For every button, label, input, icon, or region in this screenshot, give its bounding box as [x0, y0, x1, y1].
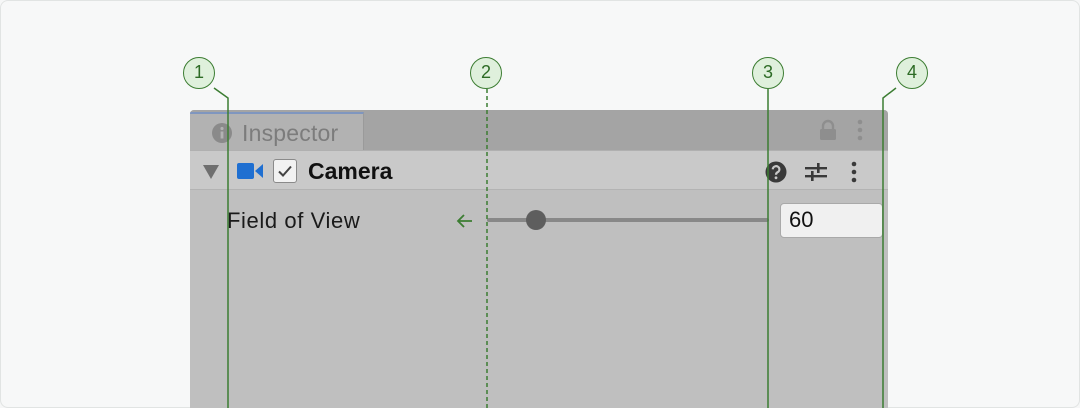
arrow-left-icon [456, 214, 472, 228]
callout-1: 1 [183, 57, 215, 89]
callout-4: 4 [896, 57, 928, 89]
callout-3: 3 [752, 57, 784, 89]
callout-2: 2 [470, 57, 502, 89]
